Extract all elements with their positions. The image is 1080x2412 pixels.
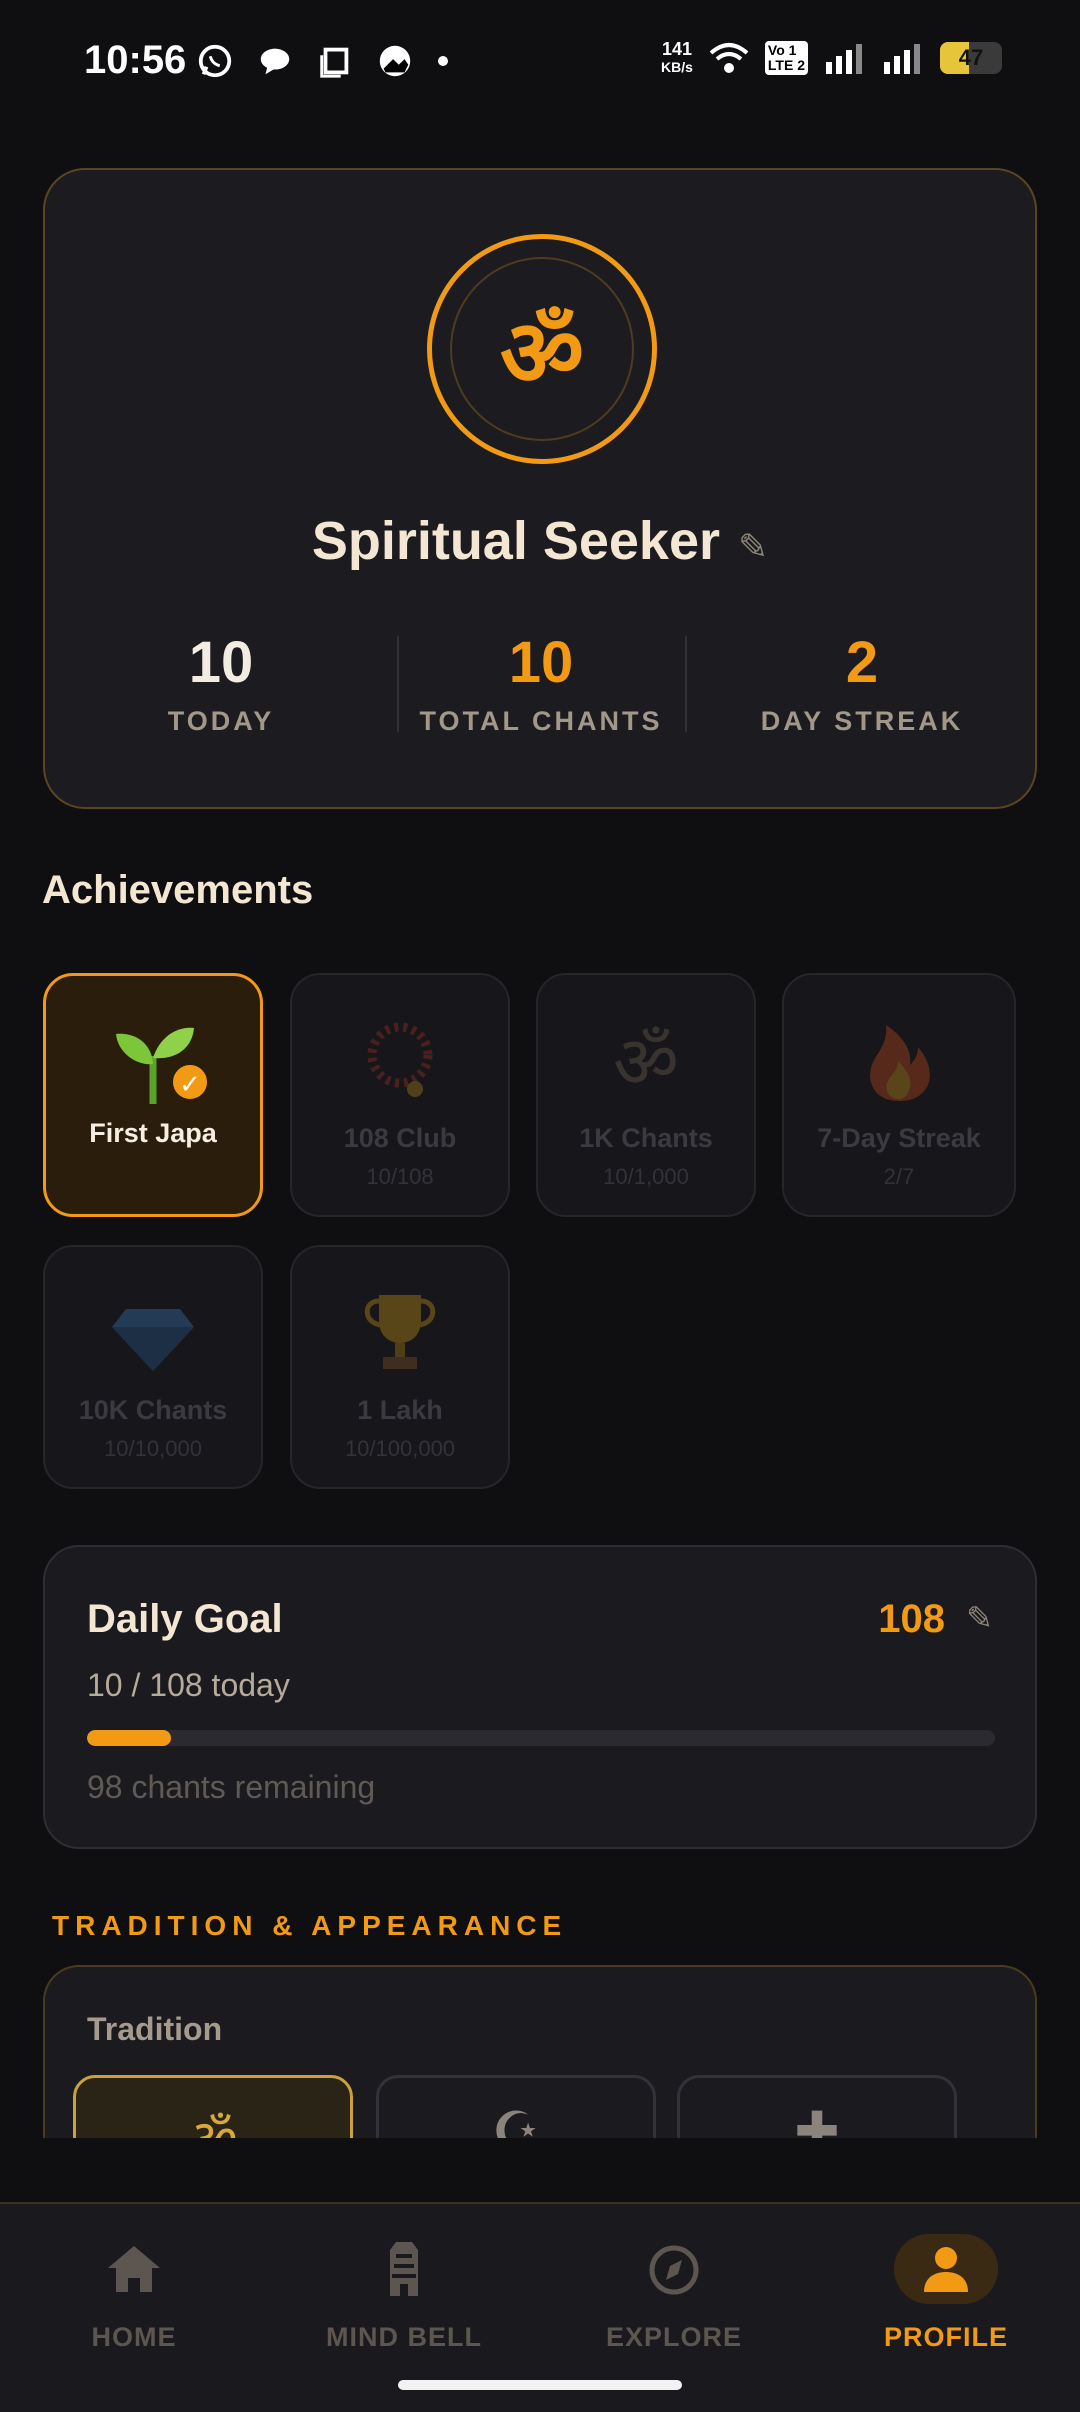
achievement-first-japa[interactable]: ✓ First Japa (43, 973, 263, 1217)
profile-name-row[interactable]: Spiritual Seeker ✎ (45, 510, 1035, 572)
compass-icon (649, 2245, 699, 2295)
stat-day-streak: 2 DAY STREAK (685, 630, 1039, 737)
volte-badge: Vo 1 LTE 2 (764, 41, 808, 75)
achievement-name: 7-Day Streak (817, 1123, 981, 1153)
daily-goal-today: 10 / 108 today (87, 1667, 290, 1703)
om-icon: ॐ (500, 299, 584, 407)
achievement-108-club[interactable]: 108 Club 10/108 (290, 973, 510, 1217)
gallery-icon (379, 45, 411, 77)
nav-label: PROFILE (883, 2322, 1008, 2352)
stat-label: DAY STREAK (760, 706, 964, 736)
nav-home[interactable]: HOME (24, 2234, 244, 2353)
achievement-progress: 10/100,000 (344, 1436, 456, 1461)
signal-icon (826, 44, 862, 74)
scroll-clip (0, 2138, 1080, 2204)
stat-total-chants: 10 TOTAL CHANTS (397, 630, 685, 737)
nav-mind-bell[interactable]: MIND BELL (294, 2234, 514, 2353)
avatar[interactable]: ॐ (427, 234, 657, 464)
stat-label: TODAY (167, 706, 275, 736)
profile-name: Spiritual Seeker (311, 511, 721, 571)
achievement-1-lakh[interactable]: 1 Lakh 10/100,000 (290, 1245, 510, 1489)
signal-roaming-icon (884, 44, 920, 74)
daily-goal-card: Daily Goal 108 ✎ 10 / 108 today 98 chant… (43, 1545, 1037, 1849)
stats-row: 10 TODAY 10 TOTAL CHANTS 2 DAY STREAK (45, 630, 1035, 737)
daily-goal-title: Daily Goal (87, 1597, 283, 1641)
network-speed: 141 KB/s (661, 39, 693, 75)
achievement-name: 1 Lakh (357, 1395, 443, 1425)
nav-profile[interactable]: PROFILE (836, 2234, 1056, 2353)
stat-label: TOTAL CHANTS (419, 706, 663, 736)
achievement-progress: 10/10,000 (104, 1436, 202, 1461)
achievement-10k-chants[interactable]: 10K Chants 10/10,000 (43, 1245, 263, 1489)
trophy-icon (364, 1295, 436, 1369)
achievement-1k-chants[interactable]: ॐ 1K Chants 10/1,000 (536, 973, 756, 1217)
tradition-section-label: TRADITION & APPEARANCE (52, 1910, 568, 1941)
tradition-label: Tradition (87, 2011, 223, 2047)
achievement-7-day-streak[interactable]: 7-Day Streak 2/7 (782, 973, 1016, 1217)
achievement-name: First Japa (89, 1118, 217, 1148)
status-time: 10:56 (84, 38, 187, 82)
profile-card: ॐ Spiritual Seeker ✎ 10 TODAY 10 TOTAL CH… (43, 168, 1037, 809)
chat-bubble-icon (260, 48, 290, 75)
edit-name-icon[interactable]: ✎ (738, 527, 768, 568)
stat-today: 10 TODAY (45, 630, 397, 737)
achievement-progress: 10/1,000 (603, 1164, 689, 1189)
svg-text:ॐ: ॐ (613, 1020, 679, 1104)
daily-goal-target[interactable]: 108 (878, 1597, 945, 1642)
achievement-name: 1K Chants (579, 1123, 713, 1153)
status-bar: 10:56 141 KB/s Vo 1 LTE 2 47 (0, 0, 1080, 120)
om-icon: ॐ (613, 1020, 679, 1104)
stat-value: 10 (508, 630, 574, 695)
nav-label: EXPLORE (605, 2322, 743, 2352)
unlocked-check-icon: ✓ (170, 1062, 210, 1102)
achievement-progress: 2/7 (883, 1164, 915, 1189)
daily-goal-remaining: 98 chants remaining (87, 1769, 376, 1805)
nav-label: MIND BELL (326, 2322, 482, 2352)
achievements-title: Achievements (42, 868, 314, 912)
achievement-name: 10K Chants (78, 1395, 228, 1425)
daily-goal-progress-bar (87, 1730, 995, 1746)
battery-icon: 47 (940, 42, 1002, 74)
temple-icon (390, 2242, 418, 2296)
stat-value: 10 (188, 630, 254, 695)
person-icon (894, 2234, 998, 2304)
nav-label: HOME (91, 2322, 177, 2352)
home-indicator[interactable] (398, 2380, 682, 2390)
stat-value: 2 (845, 630, 879, 695)
fire-icon (870, 1025, 930, 1101)
progress-fill (87, 1730, 172, 1746)
gem-icon (112, 1309, 194, 1371)
copy-icon (320, 47, 349, 78)
nav-explore[interactable]: EXPLORE (564, 2234, 784, 2353)
dot-icon (438, 56, 448, 66)
prayer-beads-icon (367, 1022, 433, 1097)
whatsapp-icon (198, 44, 232, 78)
achievement-progress: 10/108 (366, 1164, 434, 1189)
wifi-icon (709, 43, 749, 73)
home-icon (108, 2246, 160, 2292)
notification-icons (196, 42, 450, 80)
achievement-name: 108 Club (343, 1123, 457, 1153)
edit-goal-icon[interactable]: ✎ (966, 1599, 993, 1637)
